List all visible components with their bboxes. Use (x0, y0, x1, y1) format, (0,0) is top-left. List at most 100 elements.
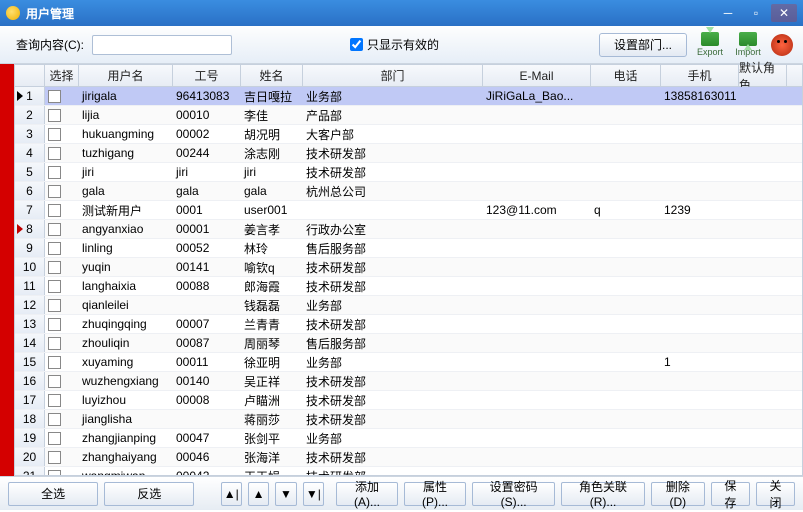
cell-name: user001 (241, 201, 303, 219)
header-dept[interactable]: 部门 (303, 65, 483, 86)
row-select-cell[interactable] (45, 87, 79, 105)
row-select-cell[interactable] (45, 277, 79, 295)
header-select[interactable]: 选择 (45, 65, 79, 86)
table-row[interactable]: 12qianleilei钱磊磊业务部 (15, 296, 802, 315)
row-checkbox[interactable] (48, 451, 61, 464)
table-row[interactable]: 5jirijirijiri技术研发部 (15, 163, 802, 182)
only-valid-checkbox[interactable] (350, 38, 363, 51)
header-name[interactable]: 姓名 (241, 65, 303, 86)
table-row[interactable]: 17luyizhou00008卢瞄洲技术研发部 (15, 391, 802, 410)
row-checkbox[interactable] (48, 470, 61, 476)
header-username[interactable]: 用户名 (79, 65, 173, 86)
header-mobile[interactable]: 手机 (661, 65, 739, 86)
row-select-cell[interactable] (45, 201, 79, 219)
import-button[interactable]: Import (733, 32, 763, 57)
row-checkbox[interactable] (48, 147, 61, 160)
row-select-cell[interactable] (45, 258, 79, 276)
set-password-button[interactable]: 设置密码(S)... (472, 482, 555, 506)
header-empno[interactable]: 工号 (173, 65, 241, 86)
cell-dept: 杭州总公司 (303, 182, 483, 200)
row-select-cell[interactable] (45, 106, 79, 124)
table-row[interactable]: 1jirigala96413083吉日嘎拉业务部JiRiGaLa_Bao...1… (15, 87, 802, 106)
row-select-cell[interactable] (45, 448, 79, 466)
table-row[interactable]: 2lijia00010李佳产品部 (15, 106, 802, 125)
properties-button[interactable]: 属性(P)... (404, 482, 466, 506)
row-checkbox[interactable] (48, 185, 61, 198)
header-phone[interactable]: 电话 (591, 65, 661, 86)
header-email[interactable]: E-Mail (483, 65, 591, 86)
table-row[interactable]: 20zhanghaiyang00046张海洋技术研发部 (15, 448, 802, 467)
row-checkbox[interactable] (48, 128, 61, 141)
table-row[interactable]: 13zhuqingqing00007兰青青技术研发部 (15, 315, 802, 334)
row-select-cell[interactable] (45, 410, 79, 428)
table-row[interactable]: 3hukuangming00002胡况明大客户部 (15, 125, 802, 144)
close-window-button[interactable]: ✕ (771, 4, 797, 22)
cell-name: 林玲 (241, 239, 303, 257)
table-row[interactable]: 6galagalagala杭州总公司 (15, 182, 802, 201)
row-select-cell[interactable] (45, 220, 79, 238)
table-row[interactable]: 7测试新用户0001user001123@11.comq1239 (15, 201, 802, 220)
table-row[interactable]: 18jianglisha蒋丽莎技术研发部 (15, 410, 802, 429)
role-relation-button[interactable]: 角色关联(R)... (561, 482, 645, 506)
row-checkbox[interactable] (48, 166, 61, 179)
only-valid-checkbox-wrap[interactable]: 只显示有效的 (350, 36, 439, 53)
row-checkbox[interactable] (48, 261, 61, 274)
row-checkbox[interactable] (48, 242, 61, 255)
row-checkbox[interactable] (48, 413, 61, 426)
move-up-button[interactable]: ▲ (248, 482, 269, 506)
export-button[interactable]: Export (695, 32, 725, 57)
header-role[interactable]: 默认角色 (739, 65, 787, 86)
table-row[interactable]: 19zhangjianping00047张剑平业务部 (15, 429, 802, 448)
table-row[interactable]: 11langhaixia00088郎海霞技术研发部 (15, 277, 802, 296)
row-checkbox[interactable] (48, 109, 61, 122)
row-select-cell[interactable] (45, 163, 79, 181)
select-all-button[interactable]: 全选 (8, 482, 98, 506)
row-select-cell[interactable] (45, 391, 79, 409)
row-checkbox[interactable] (48, 204, 61, 217)
header-rownum[interactable] (15, 65, 45, 86)
move-top-button[interactable]: ▲| (221, 482, 242, 506)
table-row[interactable]: 15xuyaming00011徐亚明业务部1 (15, 353, 802, 372)
row-checkbox[interactable] (48, 90, 61, 103)
add-button[interactable]: 添加(A)... (336, 482, 398, 506)
move-down-button[interactable]: ▼ (275, 482, 296, 506)
search-input[interactable] (92, 35, 232, 55)
move-bottom-button[interactable]: ▼| (303, 482, 324, 506)
row-checkbox[interactable] (48, 337, 61, 350)
grid-body[interactable]: 1jirigala96413083吉日嘎拉业务部JiRiGaLa_Bao...1… (15, 87, 802, 475)
row-checkbox[interactable] (48, 375, 61, 388)
minimize-button[interactable]: ─ (715, 4, 741, 22)
row-select-cell[interactable] (45, 353, 79, 371)
row-checkbox[interactable] (48, 394, 61, 407)
row-select-cell[interactable] (45, 315, 79, 333)
row-checkbox[interactable] (48, 280, 61, 293)
row-select-cell[interactable] (45, 334, 79, 352)
set-department-button[interactable]: 设置部门... (599, 33, 687, 57)
row-checkbox[interactable] (48, 299, 61, 312)
table-row[interactable]: 4tuzhigang00244涂志刚技术研发部 (15, 144, 802, 163)
maximize-button[interactable]: ▫ (743, 4, 769, 22)
table-row[interactable]: 21wangmiwan00042王王娟技术研发部 (15, 467, 802, 475)
row-select-cell[interactable] (45, 182, 79, 200)
table-row[interactable]: 10yuqin00141喻钦q技术研发部 (15, 258, 802, 277)
row-select-cell[interactable] (45, 144, 79, 162)
row-select-cell[interactable] (45, 125, 79, 143)
close-button[interactable]: 关闭 (756, 482, 795, 506)
row-checkbox[interactable] (48, 318, 61, 331)
row-checkbox[interactable] (48, 223, 61, 236)
save-button[interactable]: 保存 (711, 482, 750, 506)
table-row[interactable]: 14zhouliqin00087周丽琴售后服务部 (15, 334, 802, 353)
table-row[interactable]: 8angyanxiao00001姜言孝行政办公室 (15, 220, 802, 239)
row-select-cell[interactable] (45, 429, 79, 447)
row-checkbox[interactable] (48, 356, 61, 369)
table-row[interactable]: 9linling00052林玲售后服务部 (15, 239, 802, 258)
row-select-cell[interactable] (45, 372, 79, 390)
table-row[interactable]: 16wuzhengxiang00140吴正祥技术研发部 (15, 372, 802, 391)
debug-icon[interactable] (771, 34, 793, 56)
row-select-cell[interactable] (45, 467, 79, 475)
row-select-cell[interactable] (45, 296, 79, 314)
row-checkbox[interactable] (48, 432, 61, 445)
invert-selection-button[interactable]: 反选 (104, 482, 194, 506)
row-select-cell[interactable] (45, 239, 79, 257)
delete-button[interactable]: 删除(D) (651, 482, 705, 506)
